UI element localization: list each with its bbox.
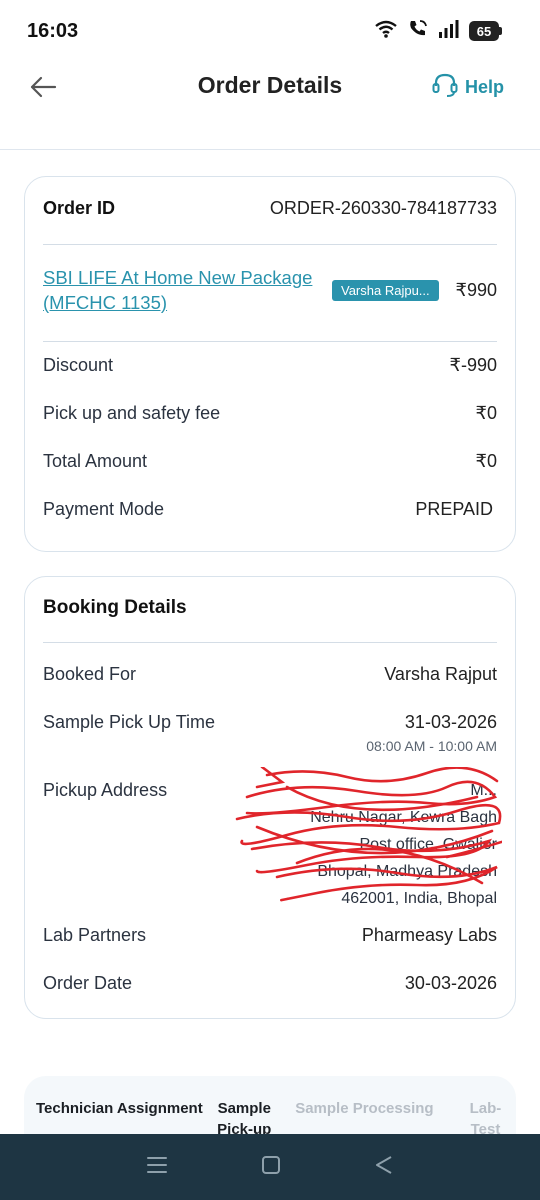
booking-details-card: Booking Details Booked For Varsha Rajput… xyxy=(24,576,516,1019)
pickup-date: 31-03-2026 xyxy=(404,712,497,732)
package-link[interactable]: SBI LIFE At Home New Package (MFCHC 1135… xyxy=(43,265,318,315)
order-date-row: Order Date 30-03-2026 xyxy=(43,973,497,994)
order-id-label: Order ID xyxy=(43,198,116,218)
total-amount-label: Total Amount xyxy=(43,451,148,471)
lab-partners-row: Lab Partners Pharmeasy Labs xyxy=(43,925,497,946)
discount-label: Discount xyxy=(43,355,114,375)
discount-row: Discount ₹-990 xyxy=(43,355,497,376)
top-app-bar: Order Details Help xyxy=(0,62,540,150)
status-time: 16:03 xyxy=(27,19,79,42)
divider xyxy=(43,341,497,342)
pickup-slot: 08:00 AM - 10:00 AM xyxy=(366,738,497,754)
pickup-fee-label: Pick up and safety fee xyxy=(43,403,221,423)
booked-for-label: Booked For xyxy=(43,664,137,684)
redaction-scribble xyxy=(235,767,502,902)
help-label: Help xyxy=(464,77,504,97)
headset-icon xyxy=(431,71,459,104)
arrow-left-icon xyxy=(29,75,57,104)
booked-for-value: Varsha Rajput xyxy=(384,664,497,684)
pickup-address-row: Pickup Address xyxy=(43,780,167,801)
payment-mode-row: Payment Mode PREPAID xyxy=(43,499,497,520)
lab-partners-label: Lab Partners xyxy=(43,925,147,945)
pickup-time-label: Sample Pick Up Time xyxy=(43,712,216,732)
divider xyxy=(43,642,497,643)
wifi-icon xyxy=(374,19,398,44)
pickup-fee-row: Pick up and safety fee ₹0 xyxy=(43,403,497,424)
wifi-call-icon xyxy=(407,19,429,44)
order-date-value: 30-03-2026 xyxy=(404,973,497,993)
order-id-row: Order ID ORDER-260330-784187733 xyxy=(43,198,497,219)
pickup-time-row: Sample Pick Up Time 31-03-2026 xyxy=(43,712,497,733)
patient-badge: Varsha Rajpu... xyxy=(332,279,439,301)
help-button[interactable]: Help xyxy=(431,71,504,104)
signal-icon xyxy=(438,19,460,44)
home-square-icon[interactable] xyxy=(260,1154,282,1181)
pickup-address-label: Pickup Address xyxy=(43,780,168,800)
system-navigation-bar xyxy=(0,1134,540,1200)
order-date-label: Order Date xyxy=(43,973,133,993)
battery-icon: 65 xyxy=(469,21,502,41)
pickup-address-value: M... Nehru Nagar, Kewra Bagh Post office… xyxy=(235,767,502,907)
back-button[interactable] xyxy=(28,74,58,104)
booking-details-title: Booking Details xyxy=(43,597,187,618)
divider xyxy=(43,244,497,245)
discount-value: ₹-990 xyxy=(449,355,497,375)
battery-level: 65 xyxy=(469,21,499,41)
total-amount-row: Total Amount ₹0 xyxy=(43,451,497,472)
status-icons: 65 xyxy=(374,19,502,44)
package-row: SBI LIFE At Home New Package (MFCHC 1135… xyxy=(43,265,497,315)
order-id-value: ORDER-260330-784187733 xyxy=(269,198,497,218)
total-amount-value: ₹0 xyxy=(475,451,497,471)
payment-mode-value: PREPAID xyxy=(415,499,493,519)
menu-icon[interactable] xyxy=(145,1154,169,1181)
back-triangle-icon[interactable] xyxy=(373,1154,395,1181)
pickup-fee-value: ₹0 xyxy=(475,403,497,423)
lab-partners-value: Pharmeasy Labs xyxy=(361,925,497,945)
booked-for-row: Booked For Varsha Rajput xyxy=(43,664,497,685)
order-summary-card: Order ID ORDER-260330-784187733 SBI LIFE… xyxy=(24,176,516,552)
payment-mode-label: Payment Mode xyxy=(43,499,165,519)
status-bar: 16:03 65 xyxy=(0,0,540,62)
package-price: ₹990 xyxy=(455,279,497,300)
